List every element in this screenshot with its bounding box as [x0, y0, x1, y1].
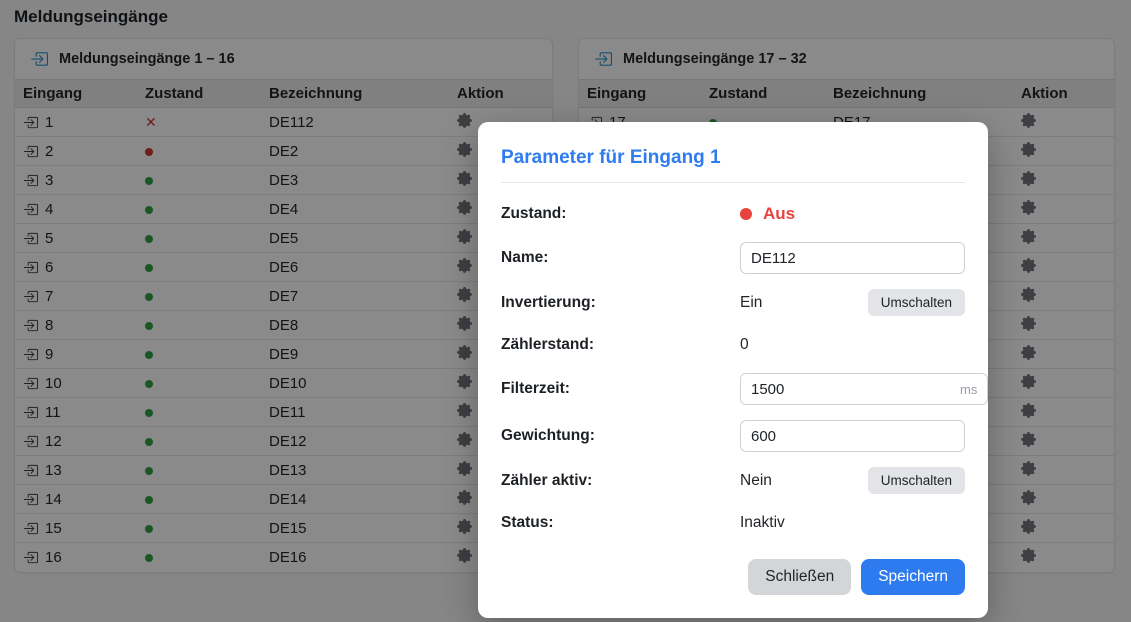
gewichtung-input[interactable]	[740, 420, 965, 452]
zustand-value: Aus	[740, 204, 795, 224]
invertierung-label: Invertierung:	[501, 294, 740, 312]
dialog-actions: Schließen Speichern	[501, 559, 965, 595]
field-row-zustand: Zustand: Aus	[501, 200, 965, 227]
field-row-gewichtung: Gewichtung:	[501, 420, 965, 452]
field-row-filterzeit: Filterzeit: ms	[501, 373, 965, 405]
gewichtung-label: Gewichtung:	[501, 427, 740, 445]
field-row-status: Status: Inaktiv	[501, 509, 965, 536]
status-label: Status:	[501, 514, 740, 532]
zaehler-aktiv-label: Zähler aktiv:	[501, 472, 740, 490]
name-input[interactable]	[740, 242, 965, 274]
invertierung-toggle-button[interactable]: Umschalten	[868, 289, 965, 316]
zaehlerstand-value: 0	[740, 336, 749, 354]
zustand-label: Zustand:	[501, 205, 740, 223]
zaehler-aktiv-toggle-button[interactable]: Umschalten	[868, 467, 965, 494]
status-value: Inaktiv	[740, 514, 785, 532]
field-row-name: Name:	[501, 242, 965, 274]
divider	[501, 182, 965, 183]
filterzeit-input[interactable]	[741, 374, 960, 404]
field-row-invertierung: Invertierung: Ein Umschalten	[501, 289, 965, 316]
parameter-dialog: Parameter für Eingang 1 Zustand: Aus Nam…	[478, 122, 988, 618]
state-off-dot-icon	[740, 208, 752, 220]
dialog-title: Parameter für Eingang 1	[501, 147, 965, 169]
zaehlerstand-label: Zählerstand:	[501, 336, 740, 354]
zaehler-aktiv-value: Nein	[740, 472, 772, 490]
field-row-zaehlerstand: Zählerstand: 0	[501, 331, 965, 358]
invertierung-value: Ein	[740, 294, 762, 312]
filterzeit-label: Filterzeit:	[501, 380, 740, 398]
filterzeit-unit: ms	[960, 382, 987, 397]
save-button[interactable]: Speichern	[861, 559, 965, 595]
field-row-zaehler-aktiv: Zähler aktiv: Nein Umschalten	[501, 467, 965, 494]
name-label: Name:	[501, 249, 740, 267]
close-button[interactable]: Schließen	[748, 559, 851, 595]
